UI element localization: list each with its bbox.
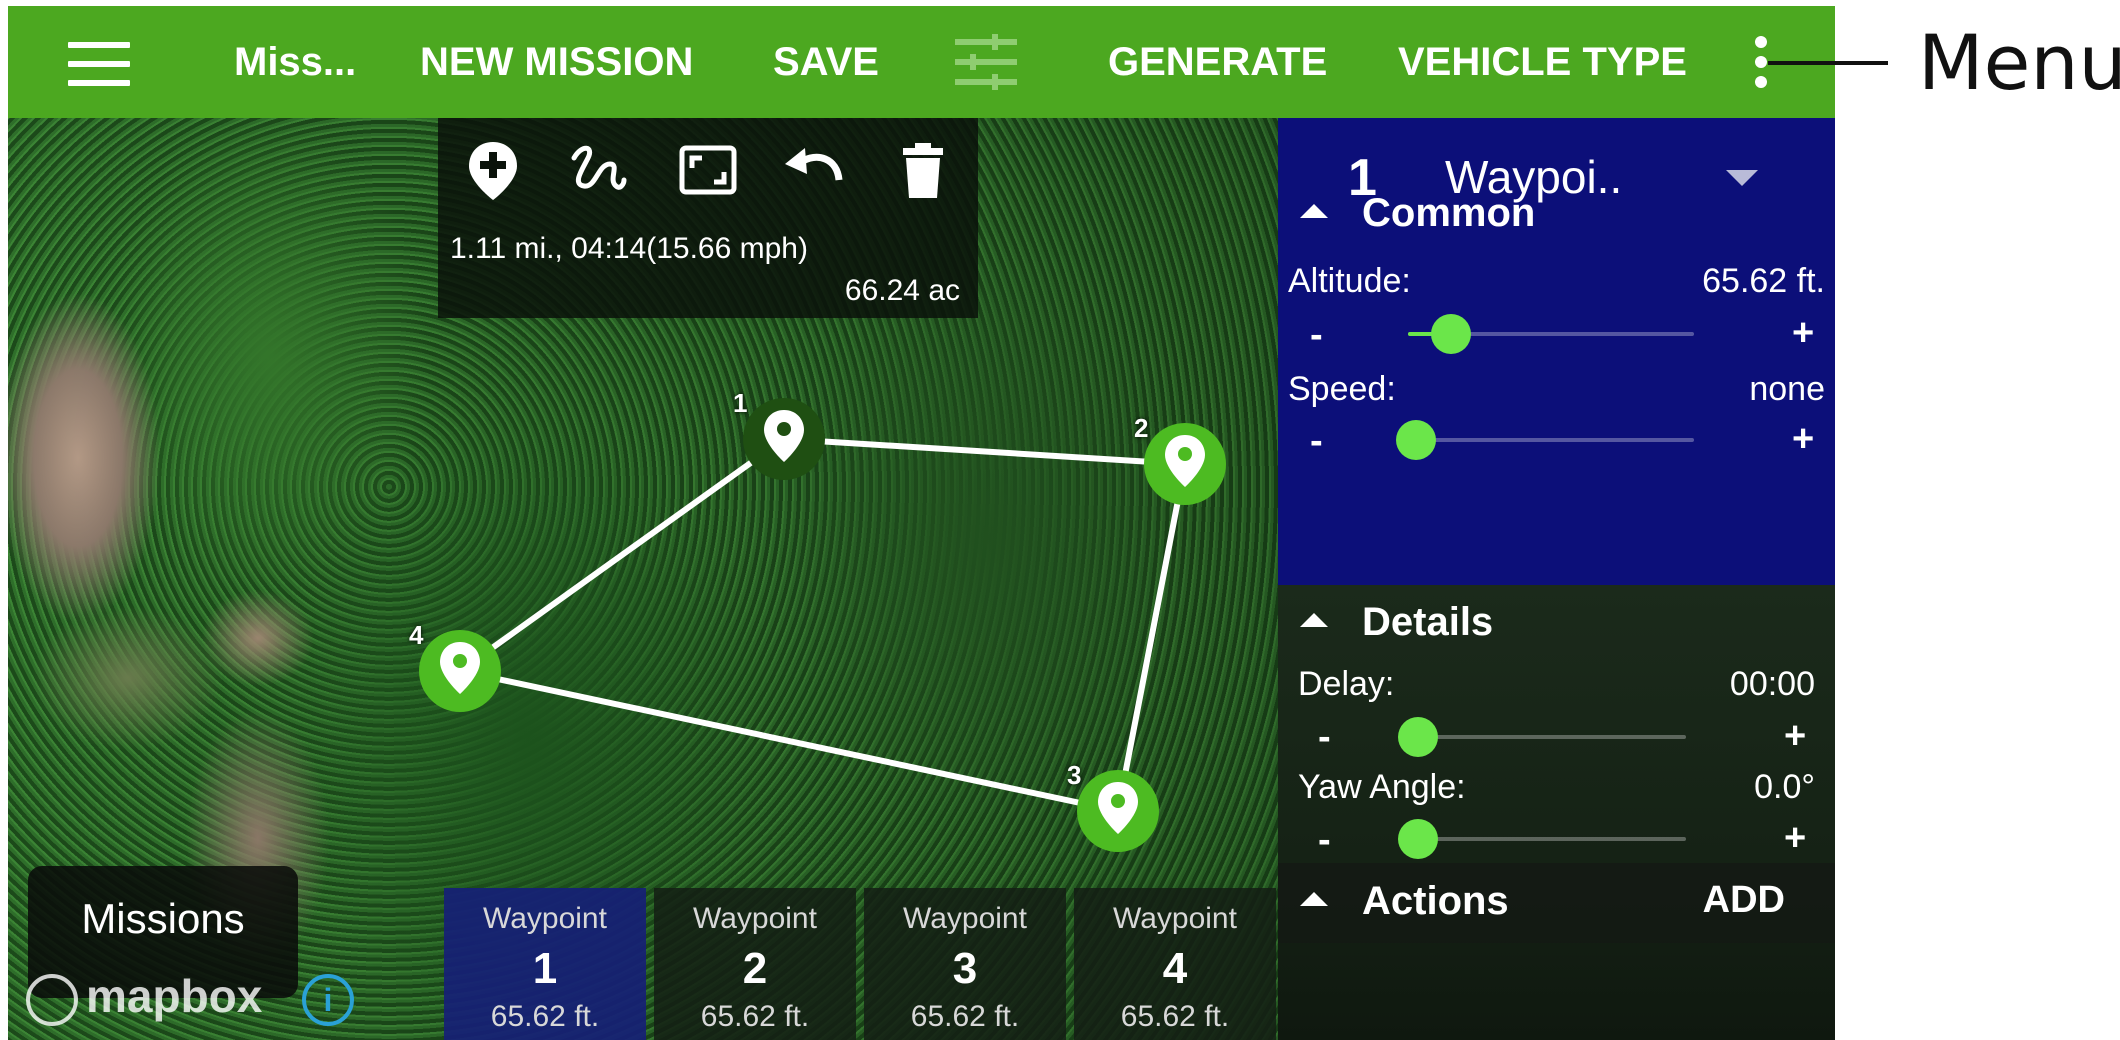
mission-title[interactable]: Miss... (234, 6, 356, 118)
delay-value: 00:00 (1729, 665, 1815, 703)
speed-value: none (1749, 370, 1825, 408)
speed-label: Speed: (1288, 370, 1396, 408)
tab-label: Waypoint (693, 902, 817, 935)
slider-knob[interactable] (1430, 314, 1471, 354)
top-toolbar: Miss... NEW MISSION SAVE GENERATE VEHICL… (8, 6, 1835, 118)
tab-label: Waypoint (903, 902, 1027, 935)
common-section: 1 Waypoi.. Common Altitude: 65.62 ft. - … (1278, 118, 1835, 585)
speed-decrement-button[interactable]: - (1310, 420, 1323, 463)
waypoint-tab-2[interactable]: Waypoint 2 65.62 ft. (654, 888, 856, 1040)
generate-button[interactable]: GENERATE (1108, 6, 1327, 118)
add-action-button[interactable]: ADD (1703, 879, 1785, 922)
location-pin-icon (1098, 782, 1138, 834)
tab-number: 1 (532, 944, 558, 993)
tab-altitude: 65.62 ft. (490, 1000, 600, 1033)
waypoint-marker-3[interactable]: 3 (1067, 760, 1159, 852)
mapbox-mark-icon (26, 973, 78, 1026)
callout-line (1768, 61, 1888, 65)
collapse-actions-icon[interactable] (1300, 892, 1328, 906)
freehand-draw-icon[interactable] (568, 140, 628, 200)
route-line (457, 436, 1188, 814)
yaw-angle-label: Yaw Angle: (1298, 768, 1466, 806)
waypoint-tab-4[interactable]: Waypoint 4 65.62 ft. (1074, 888, 1276, 1040)
new-mission-button[interactable]: NEW MISSION (420, 6, 693, 118)
delay-decrement-button[interactable]: - (1318, 716, 1331, 759)
yaw-angle-value: 0.0° (1754, 768, 1815, 806)
details-section: Details Delay: 00:00 - + Yaw Angle: 0.0°… (1278, 585, 1835, 1040)
fit-bounds-icon[interactable] (678, 140, 738, 200)
marker-number: 1 (733, 388, 748, 418)
more-vert-icon[interactable] (1753, 36, 1769, 92)
delay-slider[interactable] (1398, 717, 1686, 757)
waypoint-marker-2[interactable]: 2 (1134, 413, 1226, 505)
altitude-label: Altitude: (1288, 262, 1411, 300)
tab-number: 2 (742, 944, 768, 993)
location-pin-icon (440, 642, 480, 694)
marker-number: 4 (409, 620, 424, 650)
yaw-angle-slider[interactable] (1398, 819, 1686, 859)
map-tools-panel: 1.11 mi., 04:14(15.66 mph) 66.24 ac (438, 118, 978, 318)
collapse-details-icon[interactable] (1300, 613, 1328, 627)
yaw-increment-button[interactable]: + (1784, 817, 1806, 860)
marker-number: 3 (1067, 760, 1082, 790)
menu-icon[interactable] (68, 42, 130, 86)
mission-stats: 1.11 mi., 04:14(15.66 mph) (450, 232, 808, 265)
tab-label: Waypoint (1113, 902, 1237, 935)
slider-track (1416, 438, 1694, 442)
tab-altitude: 65.62 ft. (910, 1000, 1020, 1033)
slider-knob[interactable] (1398, 819, 1438, 859)
mapbox-wordmark: mapbox (86, 970, 263, 1022)
collapse-common-icon[interactable] (1300, 204, 1328, 218)
missions-label: Missions (81, 895, 245, 942)
slider-knob[interactable] (1398, 717, 1438, 757)
speed-slider[interactable] (1396, 420, 1694, 460)
common-title: Common (1362, 191, 1536, 235)
altitude-decrement-button[interactable]: - (1310, 314, 1323, 357)
map-view[interactable]: 1.11 mi., 04:14(15.66 mph) 66.24 ac 1 2 … (8, 118, 1278, 1040)
mission-area: 66.24 ac (844, 274, 960, 307)
waypoint-tab-3[interactable]: Waypoint 3 65.62 ft. (864, 888, 1066, 1040)
add-location-icon[interactable] (463, 140, 523, 200)
info-icon[interactable]: i (302, 974, 354, 1026)
waypoint-marker-1[interactable]: 1 (733, 388, 825, 480)
menu-callout-label: Menu (1918, 18, 2120, 107)
tab-altitude: 65.62 ft. (1120, 1000, 1230, 1033)
tab-altitude: 65.62 ft. (700, 1000, 810, 1033)
slider-track (1418, 735, 1686, 739)
undo-icon[interactable] (783, 140, 843, 200)
delete-icon[interactable] (893, 140, 953, 200)
actions-title: Actions (1362, 879, 1509, 923)
delay-label: Delay: (1298, 665, 1395, 703)
altitude-increment-button[interactable]: + (1792, 312, 1814, 355)
details-title: Details (1362, 600, 1494, 644)
slider-track (1418, 837, 1686, 841)
altitude-value: 65.62 ft. (1702, 262, 1825, 300)
waypoint-tab-1[interactable]: Waypoint 1 65.62 ft. (444, 888, 646, 1040)
tab-number: 4 (1162, 944, 1188, 993)
waypoint-marker-4[interactable]: 4 (409, 620, 501, 712)
altitude-slider[interactable] (1408, 314, 1694, 354)
slider-knob[interactable] (1396, 420, 1436, 460)
actions-header: Actions ADD (1278, 863, 1835, 943)
speed-increment-button[interactable]: + (1792, 418, 1814, 461)
tab-label: Waypoint (483, 902, 607, 935)
mapbox-logo: mapbox (26, 968, 263, 1026)
location-pin-icon (1165, 435, 1205, 487)
location-pin-icon (764, 410, 804, 462)
chevron-down-icon[interactable] (1726, 170, 1758, 186)
yaw-decrement-button[interactable]: - (1318, 819, 1331, 862)
waypoint-settings-panel: 1 Waypoi.. Common Altitude: 65.62 ft. - … (1278, 118, 1835, 1040)
delay-increment-button[interactable]: + (1784, 715, 1806, 758)
tab-number: 3 (952, 944, 978, 993)
vehicle-type-button[interactable]: VEHICLE TYPE (1398, 6, 1687, 118)
app-window: Miss... NEW MISSION SAVE GENERATE VEHICL… (8, 6, 1835, 1040)
sliders-icon[interactable] (955, 34, 1017, 90)
marker-number: 2 (1134, 413, 1149, 443)
save-button[interactable]: SAVE (773, 6, 879, 118)
